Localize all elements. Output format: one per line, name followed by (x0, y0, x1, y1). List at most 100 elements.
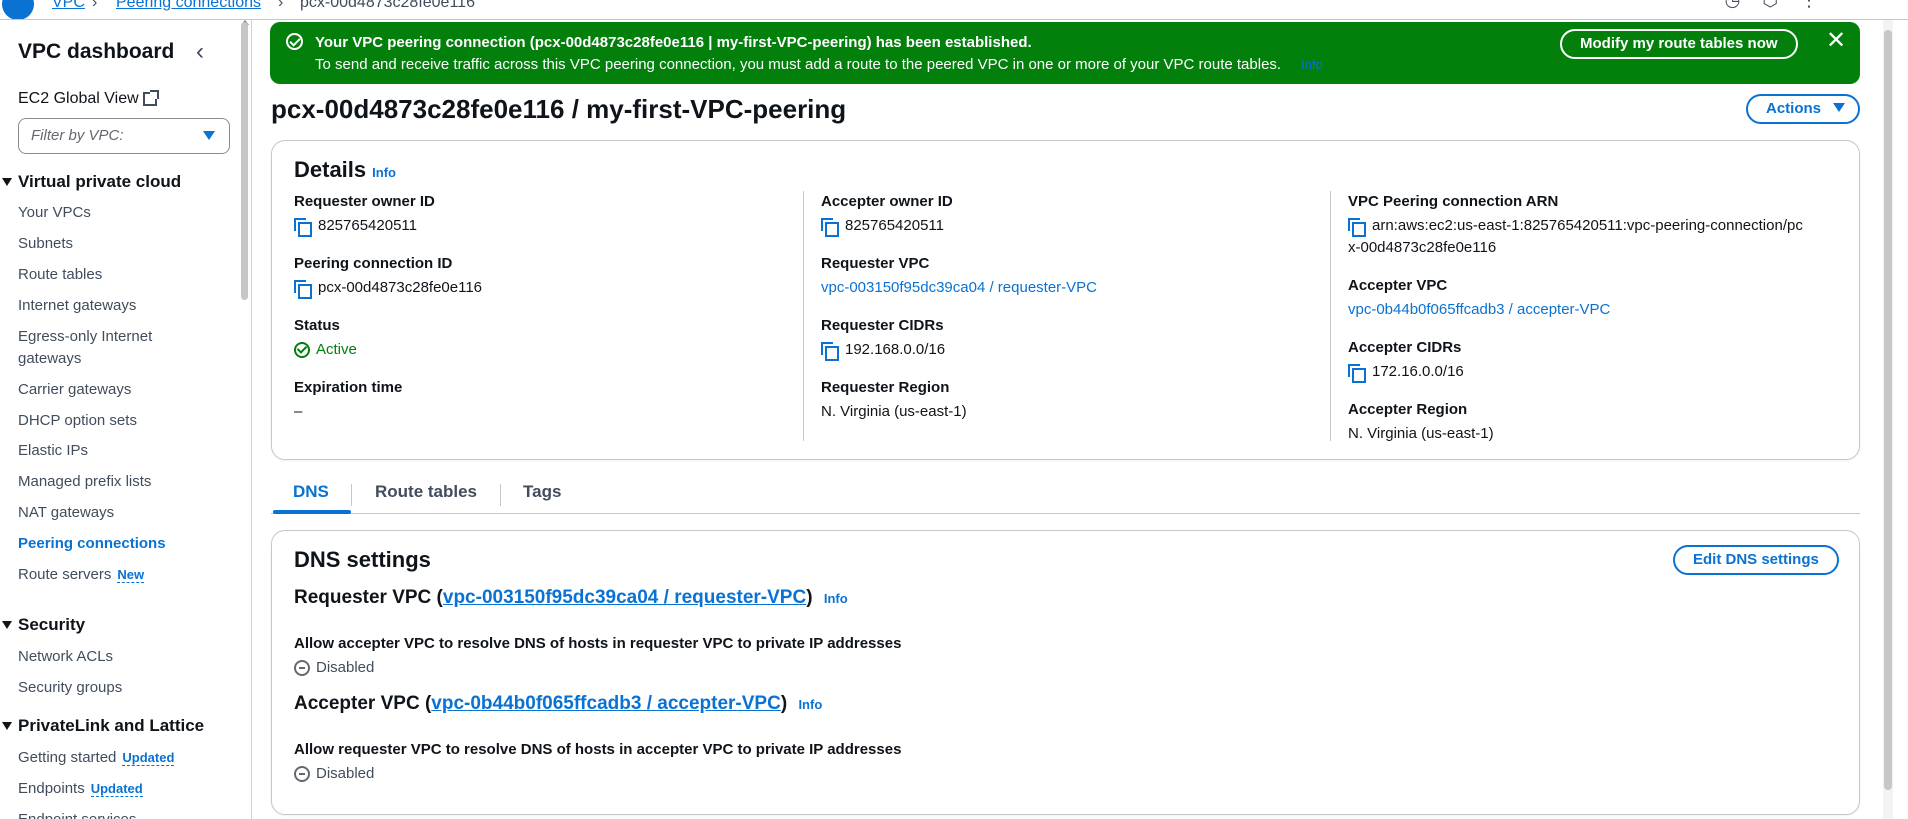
actions-button[interactable]: Actions (1746, 94, 1860, 124)
section-security[interactable]: Security (2, 615, 85, 635)
edit-dns-settings-button[interactable]: Edit DNS settings (1673, 545, 1839, 575)
sidebar-item-network-acls[interactable]: Network ACLs (18, 646, 113, 668)
breadcrumb-separator: › (92, 0, 98, 11)
section-privatelink-and-lattice[interactable]: PrivateLink and Lattice (2, 716, 204, 736)
new-badge: New (117, 567, 145, 583)
flash-title: Your VPC peering connection (pcx-00d4873… (315, 34, 1032, 51)
accepter-cidrs-field: Accepter CIDRs 172.16.0.0/16 (1348, 339, 1464, 383)
settings-icon[interactable]: ⋮ (1800, 0, 1818, 11)
arn-line-1: arn:aws:ec2:us-east-1:825765420511:vpc-p… (1372, 217, 1803, 234)
field-label: Allow accepter VPC to resolve DNS of hos… (294, 635, 902, 652)
vpc-filter-select[interactable]: Filter by VPC: (18, 118, 230, 154)
sidebar-item-carrier-gateways[interactable]: Carrier gateways (18, 379, 131, 401)
tab-dns[interactable]: DNS (293, 482, 329, 502)
status-field: Status Active (294, 317, 357, 361)
requester-vpc-dns-heading: Requester VPC (vpc-003150f95dc39ca04 / r… (294, 587, 848, 609)
accepter-region-field: Accepter Region N. Virginia (us-east-1) (1348, 401, 1494, 445)
field-value: N. Virginia (us-east-1) (1348, 425, 1494, 442)
field-label: Accepter CIDRs (1348, 339, 1462, 356)
aws-logo-icon[interactable] (2, 0, 34, 19)
sidebar-item-label: Endpoints (18, 780, 85, 797)
column-divider (1330, 191, 1331, 441)
flash-info-link[interactable]: Info (1301, 57, 1323, 72)
arn-line-2: x-00d4873c28fe0e116 (1348, 239, 1497, 256)
copy-icon[interactable] (1348, 218, 1366, 237)
breadcrumb-vpc[interactable]: VPC (52, 0, 85, 12)
field-label: Requester VPC (821, 255, 930, 272)
breadcrumb-current: pcx-00d4873c28fe0e116 (300, 0, 475, 11)
disabled-status-icon (294, 766, 310, 782)
close-icon[interactable]: ✕ (1826, 26, 1846, 55)
collapse-sidebar-icon[interactable]: ‹ (196, 38, 204, 66)
requester-cidrs-field: Requester CIDRs 192.168.0.0/16 (821, 317, 945, 361)
details-info-link[interactable]: Info (372, 165, 396, 180)
field-label: Accepter VPC (1348, 277, 1448, 294)
field-label: Requester owner ID (294, 193, 435, 210)
main-scrollbar[interactable] (1884, 30, 1892, 790)
requester-dns-resolution-field: Allow accepter VPC to resolve DNS of hos… (294, 635, 901, 679)
field-label: Expiration time (294, 379, 403, 396)
modify-route-tables-button[interactable]: Modify my route tables now (1560, 29, 1798, 59)
heading-prefix: Requester VPC ( (294, 587, 443, 608)
requester-vpc-link[interactable]: vpc-003150f95dc39ca04 / requester-VPC (821, 277, 1097, 299)
expand-triangle-icon (2, 621, 12, 629)
clock-icon[interactable]: ◷ (1725, 0, 1741, 11)
requester-vpc-dns-link[interactable]: vpc-003150f95dc39ca04 / requester-VPC (443, 587, 806, 608)
sidebar-title[interactable]: VPC dashboard (18, 40, 174, 64)
sidebar-item-internet-gateways[interactable]: Internet gateways (18, 295, 136, 317)
sidebar-item-route-servers[interactable]: Route servers New (18, 564, 145, 586)
sidebar-item-your-vpcs[interactable]: Your VPCs (18, 202, 91, 224)
sidebar-item-managed-prefix-lists[interactable]: Managed prefix lists (18, 471, 151, 493)
requester-dns-info-link[interactable]: Info (824, 591, 848, 606)
field-value: Disabled (316, 659, 375, 676)
copy-icon[interactable] (1348, 364, 1366, 383)
sidebar-item-endpoint-services[interactable]: Endpoint services (18, 809, 136, 819)
field-value: Disabled (316, 765, 375, 782)
accepter-vpc-dns-link[interactable]: vpc-0b44b0f065ffcadb3 / accepter-VPC (431, 693, 781, 714)
field-value: 825765420511 (318, 217, 417, 234)
shield-icon[interactable]: ⬡ (1762, 0, 1778, 11)
sidebar-item-egress-only-internet-gateways[interactable]: Egress-only Internet gateways (18, 326, 152, 370)
sidebar-item-label: Route servers (18, 566, 112, 583)
field-value: – (294, 403, 303, 420)
success-flash-banner: Your VPC peering connection (pcx-00d4873… (270, 22, 1860, 84)
disabled-status-icon (294, 660, 310, 676)
active-tab-indicator (273, 510, 351, 514)
sidebar-scrollbar[interactable] (241, 22, 248, 300)
tab-tags[interactable]: Tags (523, 482, 561, 502)
copy-icon[interactable] (294, 280, 312, 299)
sidebar-item-getting-started[interactable]: Getting started Updated (18, 747, 175, 769)
section-label: PrivateLink and Lattice (18, 716, 205, 735)
sidebar-item-endpoints[interactable]: Endpoints Updated (18, 778, 143, 800)
copy-icon[interactable] (821, 342, 839, 361)
field-label: Allow requester VPC to resolve DNS of ho… (294, 741, 902, 758)
sidebar-item-subnets[interactable]: Subnets (18, 233, 73, 255)
external-link-icon (142, 90, 159, 106)
accepter-vpc-link[interactable]: vpc-0b44b0f065ffcadb3 / accepter-VPC (1348, 299, 1610, 321)
tab-route-tables[interactable]: Route tables (375, 482, 477, 502)
sidebar-item-dhcp-option-sets[interactable]: DHCP option sets (18, 410, 137, 432)
vpc-filter-placeholder: Filter by VPC: (31, 127, 124, 144)
sidebar-item-elastic-ips[interactable]: Elastic IPs (18, 440, 88, 462)
section-virtual-private-cloud[interactable]: Virtual private cloud (2, 172, 181, 192)
details-panel: Details Info Requester owner ID 825765420… (271, 140, 1860, 460)
field-label: Requester Region (821, 379, 950, 396)
requester-vpc-field: Requester VPC vpc-003150f95dc39ca04 / re… (821, 255, 1097, 299)
sidebar-item-peering-connections[interactable]: Peering connections (18, 533, 166, 555)
status-badge: Active (316, 341, 357, 358)
field-label: Accepter owner ID (821, 193, 953, 210)
expiration-time-field: Expiration time – (294, 379, 402, 423)
copy-icon[interactable] (294, 218, 312, 237)
heading-prefix: Accepter VPC ( (294, 693, 432, 714)
breadcrumb-peering-connections[interactable]: Peering connections (116, 0, 261, 12)
sidebar-item-label: gateways (18, 350, 82, 367)
copy-icon[interactable] (821, 218, 839, 237)
tab-separator (351, 484, 352, 506)
requester-region-field: Requester Region N. Virginia (us-east-1) (821, 379, 967, 423)
sidebar-item-route-tables[interactable]: Route tables (18, 264, 102, 286)
sidebar-item-security-groups[interactable]: Security groups (18, 677, 122, 699)
details-heading-text: Details (294, 157, 367, 182)
sidebar-item-ec2-global-view[interactable]: EC2 Global View (18, 90, 159, 108)
accepter-dns-info-link[interactable]: Info (798, 697, 822, 712)
sidebar-item-nat-gateways[interactable]: NAT gateways (18, 502, 114, 524)
